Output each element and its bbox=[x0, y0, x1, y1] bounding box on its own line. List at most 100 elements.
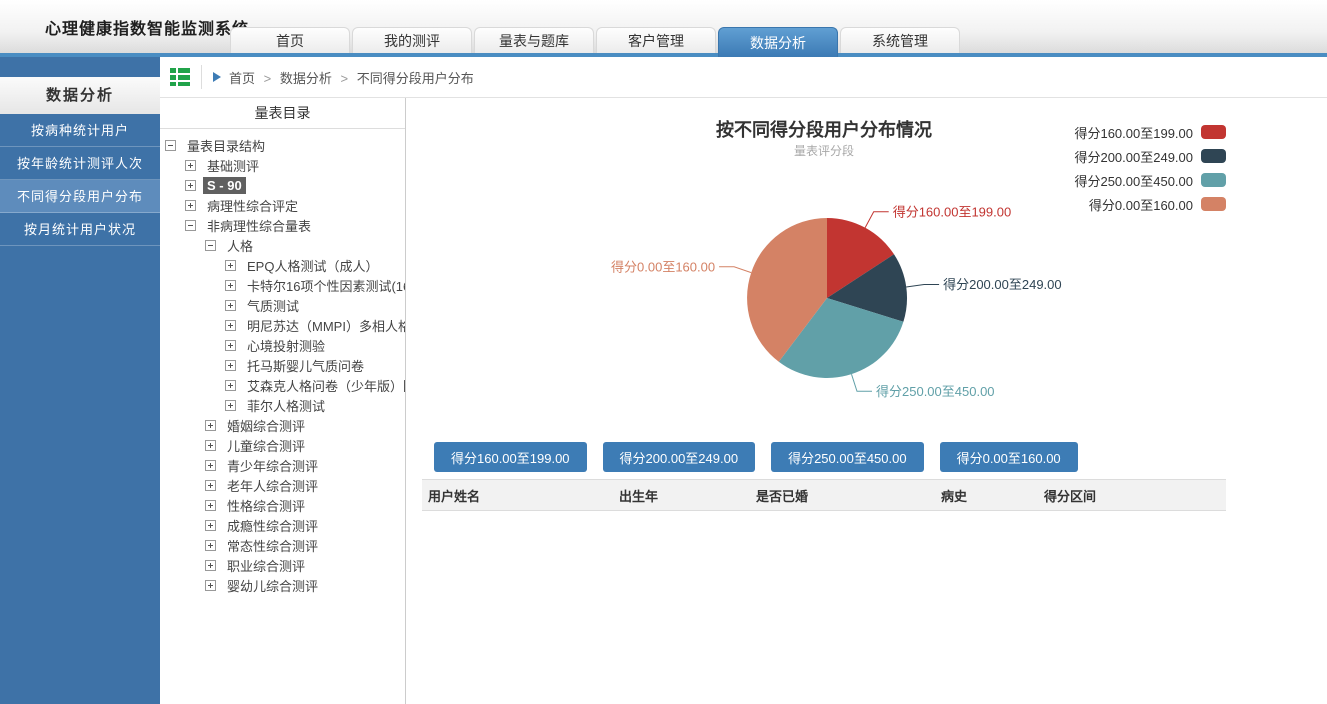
segment-filter-button[interactable]: 得分0.00至160.00 bbox=[940, 442, 1078, 472]
expand-plus-icon[interactable] bbox=[225, 300, 236, 311]
tree-node: 托马斯婴儿气质问卷 bbox=[160, 355, 405, 375]
tree-node-label[interactable]: 婚姻综合测评 bbox=[223, 415, 309, 435]
sidebar-title: 数据分析 bbox=[0, 77, 160, 114]
pie-chart-area: 按不同得分段用户分布情况 量表评分段 得分160.00至199.00得分200.… bbox=[422, 111, 1226, 441]
tree-node-label[interactable]: 气质测试 bbox=[243, 295, 303, 315]
tab-scales-question-bank[interactable]: 量表与题库 bbox=[474, 27, 594, 53]
tree-node-label[interactable]: 非病理性综合量表 bbox=[203, 215, 315, 235]
expand-plus-icon[interactable] bbox=[225, 360, 236, 371]
tree-node-label[interactable]: 基础测评 bbox=[203, 155, 263, 175]
sidebar-item-by-disease[interactable]: 按病种统计用户 bbox=[0, 114, 160, 147]
pie-chart: 得分160.00至199.00得分200.00至249.00得分250.00至4… bbox=[422, 111, 1226, 441]
expand-plus-icon[interactable] bbox=[225, 320, 236, 331]
expand-plus-icon[interactable] bbox=[205, 500, 216, 511]
collapse-minus-icon[interactable] bbox=[205, 240, 216, 251]
tab-home[interactable]: 首页 bbox=[230, 27, 350, 53]
tree-node: 儿童综合测评 bbox=[160, 435, 405, 455]
tree-node: 婴幼儿综合测评 bbox=[160, 575, 405, 595]
tree-node: EPQ人格测试（成人） bbox=[160, 255, 405, 275]
collapse-minus-icon[interactable] bbox=[165, 140, 176, 151]
tree-node-label[interactable]: 常态性综合测评 bbox=[223, 535, 322, 555]
tree-node-label[interactable]: 病理性综合评定 bbox=[203, 195, 302, 215]
top-header: 心理健康指数智能监测系统 首页我的测评量表与题库客户管理数据分析系统管理 bbox=[0, 0, 1327, 57]
breadcrumb: 首页 > 数据分析 > 不同得分段用户分布 bbox=[229, 68, 474, 87]
tree-node-label[interactable]: 婴幼儿综合测评 bbox=[223, 575, 322, 595]
expand-plus-icon[interactable] bbox=[205, 420, 216, 431]
tree-node-label[interactable]: 儿童综合测评 bbox=[223, 435, 309, 455]
pie-label-line bbox=[719, 267, 751, 273]
sidebar-item-by-month[interactable]: 按月统计用户状况 bbox=[0, 213, 160, 246]
expand-plus-icon[interactable] bbox=[225, 380, 236, 391]
pie-slice-label: 得分250.00至450.00 bbox=[876, 384, 995, 399]
table-header-cell: 用户姓名 bbox=[422, 486, 613, 505]
expand-plus-icon[interactable] bbox=[205, 440, 216, 451]
expand-plus-icon[interactable] bbox=[225, 260, 236, 271]
table-header-cell: 得分区间 bbox=[1038, 486, 1226, 505]
sidebar: 数据分析 按病种统计用户按年龄统计测评人次不同得分段用户分布按月统计用户状况 bbox=[0, 57, 160, 704]
expand-plus-icon[interactable] bbox=[185, 160, 196, 171]
breadcrumb-separator: > bbox=[260, 71, 275, 86]
tree-node-label[interactable]: 心境投射测验 bbox=[243, 335, 329, 355]
expand-plus-icon[interactable] bbox=[205, 480, 216, 491]
tree-node-label[interactable]: S - 90 bbox=[203, 177, 246, 194]
tree-node-label[interactable]: EPQ人格测试（成人） bbox=[243, 255, 382, 275]
tree-node: 气质测试 bbox=[160, 295, 405, 315]
tree-node-label[interactable]: 人格 bbox=[223, 235, 257, 255]
tree-node: 基础测评 bbox=[160, 155, 405, 175]
tree-node-label[interactable]: 明尼苏达（MMPI）多相人格测 bbox=[243, 315, 405, 335]
segment-filter-button[interactable]: 得分250.00至450.00 bbox=[771, 442, 924, 472]
tab-system-management[interactable]: 系统管理 bbox=[840, 27, 960, 53]
tree-node-label[interactable]: 职业综合测评 bbox=[223, 555, 309, 575]
tree-node-label[interactable]: 性格综合测评 bbox=[223, 495, 309, 515]
tree-node-label[interactable]: 艾森克人格问卷（少年版）陈仲 bbox=[243, 375, 405, 395]
tree-node: 常态性综合测评 bbox=[160, 535, 405, 555]
tab-my-assessments[interactable]: 我的测评 bbox=[352, 27, 472, 53]
pie-slice-label: 得分200.00至249.00 bbox=[943, 277, 1062, 292]
tree-node: 病理性综合评定 bbox=[160, 195, 405, 215]
expand-plus-icon[interactable] bbox=[205, 560, 216, 571]
tree-node-label[interactable]: 老年人综合测评 bbox=[223, 475, 322, 495]
tree-node-label[interactable]: 量表目录结构 bbox=[183, 135, 269, 155]
table-header-cell: 病史 bbox=[935, 486, 1038, 505]
breadcrumb-bar: 首页 > 数据分析 > 不同得分段用户分布 bbox=[160, 57, 1327, 98]
expand-plus-icon[interactable] bbox=[205, 540, 216, 551]
tree-node: 量表目录结构 bbox=[160, 135, 405, 155]
expand-plus-icon[interactable] bbox=[225, 280, 236, 291]
tab-data-analysis[interactable]: 数据分析 bbox=[718, 27, 838, 57]
tree-node-label[interactable]: 青少年综合测评 bbox=[223, 455, 322, 475]
tree-node: 青少年综合测评 bbox=[160, 455, 405, 475]
expand-plus-icon[interactable] bbox=[205, 520, 216, 531]
tree-node: S - 90 bbox=[160, 175, 405, 195]
sidebar-item-by-age[interactable]: 按年龄统计测评人次 bbox=[0, 147, 160, 180]
segment-filter-button[interactable]: 得分200.00至249.00 bbox=[603, 442, 756, 472]
breadcrumb-link[interactable]: 不同得分段用户分布 bbox=[357, 71, 474, 86]
tree-node-label[interactable]: 成瘾性综合测评 bbox=[223, 515, 322, 535]
expand-plus-icon[interactable] bbox=[185, 180, 196, 191]
table-header-row: 用户姓名出生年是否已婚病史得分区间 bbox=[422, 479, 1226, 511]
score-segment-buttons: 得分160.00至199.00 得分200.00至249.00 得分250.00至4… bbox=[434, 442, 1327, 472]
app-title: 心理健康指数智能监测系统 bbox=[45, 15, 249, 39]
list-view-icon[interactable] bbox=[168, 65, 192, 89]
tree-node: 成瘾性综合测评 bbox=[160, 515, 405, 535]
expand-plus-icon[interactable] bbox=[205, 460, 216, 471]
sidebar-item-by-score-range[interactable]: 不同得分段用户分布 bbox=[0, 180, 160, 213]
breadcrumb-link[interactable]: 数据分析 bbox=[280, 71, 332, 86]
tree-node: 明尼苏达（MMPI）多相人格测 bbox=[160, 315, 405, 335]
expand-plus-icon[interactable] bbox=[225, 400, 236, 411]
tab-customer-management[interactable]: 客户管理 bbox=[596, 27, 716, 53]
tree-node-label[interactable]: 托马斯婴儿气质问卷 bbox=[243, 355, 368, 375]
table-header-cell: 是否已婚 bbox=[750, 486, 935, 505]
tree-node: 非病理性综合量表 bbox=[160, 215, 405, 235]
expand-plus-icon[interactable] bbox=[225, 340, 236, 351]
breadcrumb-arrow-icon bbox=[213, 72, 221, 82]
collapse-minus-icon[interactable] bbox=[185, 220, 196, 231]
scale-directory-panel: 量表目录 量表目录结构基础测评S - 90病理性综合评定非病理性综合量表人格EP… bbox=[160, 98, 406, 704]
tree-node-label[interactable]: 卡特尔16项个性因素测试(16PF bbox=[243, 275, 405, 295]
tree-node: 职业综合测评 bbox=[160, 555, 405, 575]
segment-filter-button[interactable]: 得分160.00至199.00 bbox=[434, 442, 587, 472]
tree-node-label[interactable]: 菲尔人格测试 bbox=[243, 395, 329, 415]
expand-plus-icon[interactable] bbox=[205, 580, 216, 591]
expand-plus-icon[interactable] bbox=[185, 200, 196, 211]
breadcrumb-link[interactable]: 首页 bbox=[229, 71, 255, 86]
main-content: 按不同得分段用户分布情况 量表评分段 得分160.00至199.00得分200.… bbox=[406, 98, 1327, 704]
